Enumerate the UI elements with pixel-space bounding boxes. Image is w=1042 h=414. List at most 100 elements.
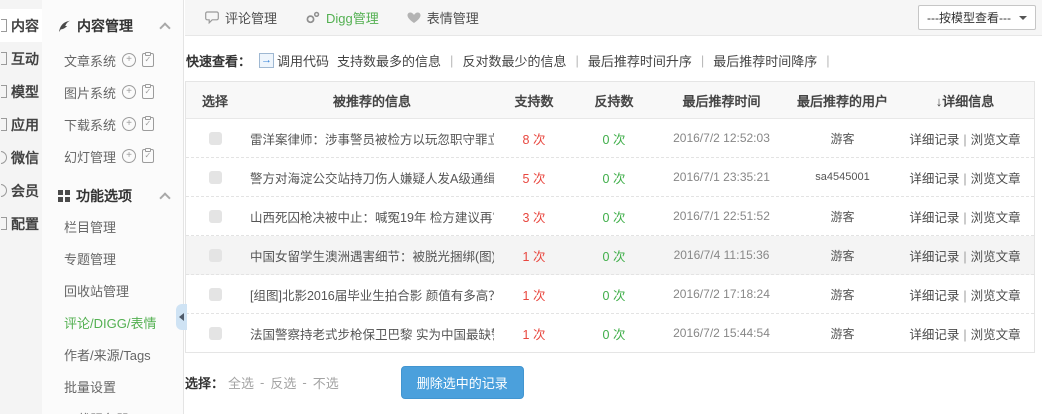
- sidebar-item-recycle-mgmt[interactable]: 回收站管理: [42, 274, 183, 306]
- sidebar-item-article-system[interactable]: 文章系统: [42, 44, 183, 76]
- support-count: 1 次: [494, 246, 574, 265]
- rail-item-model[interactable]: 模型: [0, 75, 42, 108]
- article-title-link[interactable]: 中国女留学生澳洲遇害细节：被脱光捆绑(图): [250, 250, 494, 264]
- sidebar-item-label: 图片系统: [64, 83, 116, 102]
- quick-link-time-asc[interactable]: 最后推荐时间升序: [588, 51, 692, 70]
- oppose-count: 0 次: [574, 207, 654, 226]
- detail-record-link[interactable]: 详细记录: [909, 172, 959, 186]
- separator: -: [260, 375, 264, 390]
- rail-item-content[interactable]: 内容: [0, 9, 42, 42]
- detail-record-link[interactable]: 详细记录: [909, 328, 959, 342]
- sidebar-item-download-server[interactable]: 下载服务器: [42, 402, 183, 414]
- sidebar-item-label: 下载系统: [64, 115, 116, 134]
- heart-icon: [407, 12, 421, 24]
- sidebar-item-download-system[interactable]: 下载系统: [42, 108, 183, 140]
- section-title: 功能选项: [76, 186, 132, 206]
- view-article-link[interactable]: 浏览文章: [971, 328, 1021, 342]
- row-checkbox[interactable]: [209, 132, 222, 145]
- quick-link-least-opposed[interactable]: 反对数最少的信息: [462, 51, 566, 70]
- support-count: 8 次: [494, 129, 574, 148]
- detail-record-link[interactable]: 详细记录: [909, 289, 959, 303]
- clipboard-icon[interactable]: [142, 117, 154, 131]
- add-icon[interactable]: [122, 117, 136, 131]
- last-recommend-time: 2016/7/2 12:52:03: [654, 131, 789, 145]
- detail-record-link[interactable]: 详细记录: [909, 250, 959, 264]
- separator: -: [302, 375, 306, 390]
- model-filter-select[interactable]: ---按模型查看---: [918, 5, 1036, 30]
- quick-link-time-desc[interactable]: 最后推荐时间降序: [713, 51, 817, 70]
- chevron-up-icon[interactable]: [159, 192, 170, 203]
- sidebar-item-label: 回收站管理: [64, 281, 129, 300]
- article-title-link[interactable]: 山西死囚枪决被中止：喊冤19年 检方建议再审无果: [250, 211, 494, 225]
- sidebar-item-label: 栏目管理: [64, 217, 116, 236]
- tab-comment-mgmt[interactable]: 评论管理: [205, 8, 277, 27]
- view-article-link[interactable]: 浏览文章: [971, 211, 1021, 225]
- sidebar-item-image-system[interactable]: 图片系统: [42, 76, 183, 108]
- row-checkbox[interactable]: [209, 171, 222, 184]
- call-code-icon[interactable]: [259, 53, 274, 68]
- select-none-link[interactable]: 不选: [313, 373, 339, 392]
- rail-item-wechat[interactable]: 微信: [0, 141, 42, 174]
- detail-record-link[interactable]: 详细记录: [909, 133, 959, 147]
- detail-record-link[interactable]: 详细记录: [909, 211, 959, 225]
- rail-item-application[interactable]: 应用: [0, 108, 42, 141]
- delete-selected-button[interactable]: 删除选中的记录: [401, 366, 524, 399]
- last-recommend-user: 游客: [789, 208, 896, 225]
- model-filter-value: ---按模型查看---: [927, 9, 1011, 26]
- chevron-up-icon[interactable]: [159, 22, 170, 33]
- row-checkbox[interactable]: [209, 327, 222, 340]
- header-select: 选择: [186, 91, 244, 110]
- sidebar-item-batch-settings[interactable]: 批量设置: [42, 370, 183, 402]
- separator: |: [963, 172, 966, 186]
- separator: |: [575, 53, 578, 68]
- clipboard-icon[interactable]: [142, 149, 154, 163]
- clipboard-icon[interactable]: [142, 53, 154, 67]
- sidebar-item-topic-mgmt[interactable]: 专题管理: [42, 242, 183, 274]
- support-count: 5 次: [494, 168, 574, 187]
- select-invert-link[interactable]: 反选: [270, 373, 296, 392]
- add-icon[interactable]: [122, 85, 136, 99]
- gears-icon: [305, 11, 320, 24]
- sidebar-item-comment-digg-emotion[interactable]: 评论/DIGG/表情: [42, 306, 183, 338]
- quick-link-most-supported[interactable]: 支持数最多的信息: [337, 51, 441, 70]
- article-title-link[interactable]: 雷洋案律师：涉事警员被检方以玩忽职守罪立案: [250, 133, 494, 147]
- view-article-link[interactable]: 浏览文章: [971, 289, 1021, 303]
- last-recommend-time: 2016/7/2 17:18:24: [654, 287, 789, 301]
- tab-digg-mgmt[interactable]: Digg管理: [305, 8, 379, 27]
- select-all-link[interactable]: 全选: [228, 373, 254, 392]
- oppose-count: 0 次: [574, 324, 654, 343]
- add-icon[interactable]: [122, 53, 136, 67]
- sidebar-item-column-mgmt[interactable]: 栏目管理: [42, 210, 183, 242]
- article-title-link[interactable]: 法国警察持老式步枪保卫巴黎 实为中国最缺警枪: [250, 328, 494, 342]
- table-row: [组图]北影2016届毕业生拍合影 颜值有多高？ 1 次 0 次 2016/7/…: [186, 275, 1034, 314]
- sidebar-item-label: 评论/DIGG/表情: [64, 313, 156, 332]
- wechat-icon: [1, 151, 8, 164]
- article-title-link[interactable]: [组图]北影2016届毕业生拍合影 颜值有多高？: [250, 289, 494, 303]
- rail-item-member[interactable]: 会员: [0, 174, 42, 207]
- add-icon[interactable]: [122, 149, 136, 163]
- sidebar-item-label: 幻灯管理: [64, 147, 116, 166]
- row-checkbox[interactable]: [209, 288, 222, 301]
- oppose-count: 0 次: [574, 246, 654, 265]
- article-title-link[interactable]: 警方对海淀公交站持刀伤人嫌疑人发A级通缉令: [250, 172, 494, 186]
- sidebar-collapse-handle[interactable]: [176, 304, 187, 330]
- model-icon: [1, 85, 8, 98]
- sidebar-item-label: 文章系统: [64, 51, 116, 70]
- quick-view-label: 快速查看：: [186, 51, 251, 70]
- tab-label: 评论管理: [225, 8, 277, 27]
- rail-item-config[interactable]: 配置: [0, 207, 42, 240]
- row-checkbox[interactable]: [209, 249, 222, 262]
- view-article-link[interactable]: 浏览文章: [971, 172, 1021, 186]
- view-article-link[interactable]: 浏览文章: [971, 133, 1021, 147]
- call-code-link[interactable]: 调用代码: [277, 51, 329, 70]
- table-row: 法国警察持老式步枪保卫巴黎 实为中国最缺警枪 1 次 0 次 2016/7/2 …: [186, 314, 1034, 352]
- sidebar-item-author-source-tags[interactable]: 作者/来源/Tags: [42, 338, 183, 370]
- clipboard-icon[interactable]: [142, 85, 154, 99]
- row-checkbox[interactable]: [209, 210, 222, 223]
- sidebar-item-slideshow-mgmt[interactable]: 幻灯管理: [42, 140, 183, 172]
- rail-item-interaction[interactable]: 互动: [0, 42, 42, 75]
- table-row: 中国女留学生澳洲遇害细节：被脱光捆绑(图) 1 次 0 次 2016/7/4 1…: [186, 236, 1034, 275]
- view-article-link[interactable]: 浏览文章: [971, 250, 1021, 264]
- tab-emotion-mgmt[interactable]: 表情管理: [407, 8, 479, 27]
- separator: |: [963, 250, 966, 264]
